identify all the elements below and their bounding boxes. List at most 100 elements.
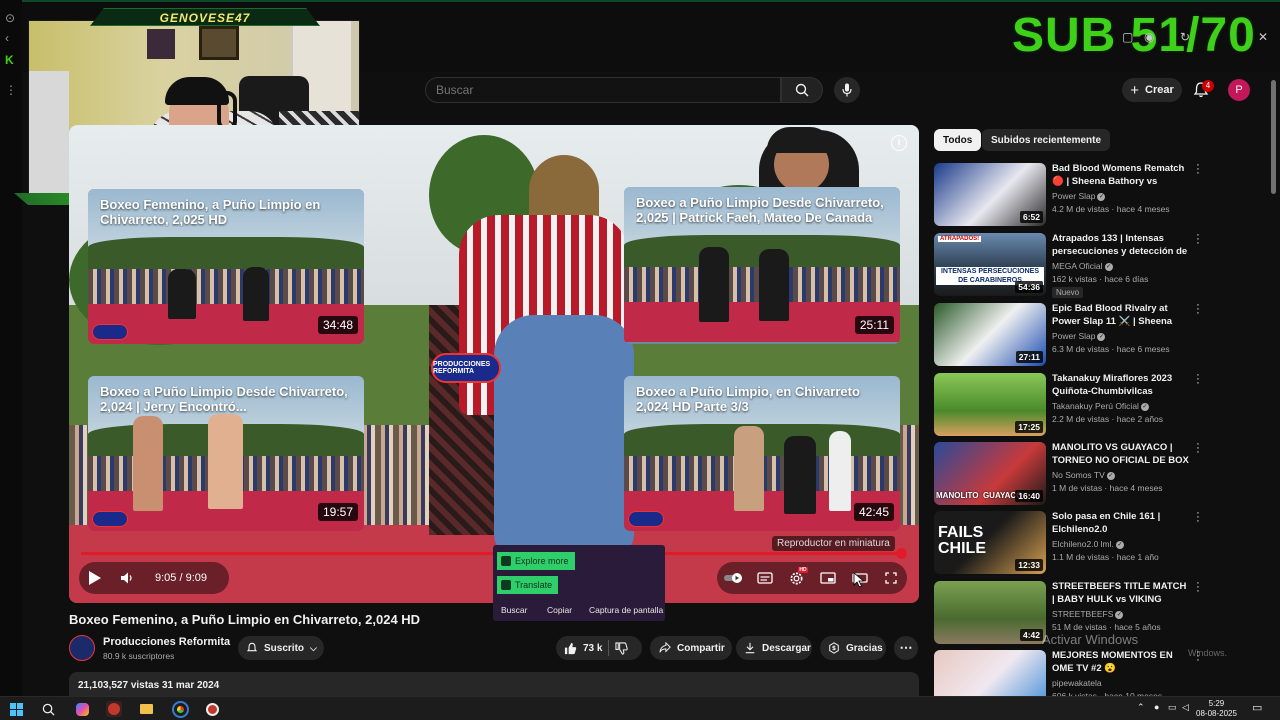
back-arrow-icon[interactable]: ‹ [5,32,17,44]
video-thumbnail[interactable]: INTENSAS PERSECUCIONES DE CARABINEROS ATR… [934,233,1046,296]
video-title[interactable]: Bad Blood Womens Rematch 🔴 | Sheena Bath… [1052,162,1190,190]
taskbar-file-explorer[interactable] [138,701,154,717]
network-icon[interactable]: ▭ [1168,702,1177,713]
endscreen-video-card[interactable]: Boxeo a Puño Limpio Desde Chivarreto, 2,… [624,187,900,344]
menu-item-search[interactable]: Buscar [501,605,527,615]
close-icon[interactable]: ✕ [1258,30,1270,44]
channel-name[interactable]: Elchileno2.0 lml. ✓ [1052,539,1124,549]
more-actions-button[interactable]: ⋯ [894,636,918,660]
dislike-icon[interactable] [615,641,629,655]
more-options-icon[interactable]: · · · [1195,508,1201,527]
recommendation-item[interactable]: 6:52 Bad Blood Womens Rematch 🔴 | Sheena… [934,160,1264,229]
menu-item-copy[interactable]: Copiar [547,605,572,615]
menu-item-screenshot[interactable]: Captura de pantalla [589,605,663,615]
system-clock[interactable]: 5:29 08-08-2025 [1196,699,1237,719]
recommendation-item[interactable]: MANOLITO GUAYACO 16:40 MANOLITO VS GUAYAC… [934,439,1264,508]
endscreen-video-card[interactable]: Boxeo Femenino, a Puño Limpio en Chivarr… [88,189,364,344]
volume-icon[interactable]: ◁ [1182,702,1189,713]
record-icon[interactable]: ⊙ [5,12,17,24]
video-title[interactable]: MANOLITO VS GUAYACO | TORNEO NO OFICIAL … [1052,441,1190,469]
more-options-icon[interactable]: · · · [1195,578,1201,597]
video-title[interactable]: Epic Bad Blood Rivalry at Power Slap 11 … [1052,302,1190,330]
more-options-icon[interactable]: · · · [1195,439,1201,458]
share-button[interactable]: Compartir [650,636,732,660]
verified-icon: ✓ [1097,332,1106,341]
create-button[interactable]: + Crear [1122,78,1182,102]
taskbar-search-button[interactable] [40,701,56,717]
volume-button[interactable] [111,562,143,594]
more-options-icon[interactable]: · · · [1195,370,1201,389]
create-label: Crear [1145,84,1174,96]
account-avatar[interactable]: P [1228,79,1250,101]
like-icon[interactable] [564,642,577,655]
video-title[interactable]: Solo pasa en Chile 161 | Elchileno2.0 [1052,510,1190,536]
thanks-button[interactable]: $ Gracias [820,636,886,660]
explore-more-button[interactable]: Explore more [497,552,575,570]
chevron-up-icon[interactable]: ⌃ [1137,702,1145,713]
channel-name[interactable]: STREETBEEFS ✓ [1052,609,1124,619]
like-count[interactable]: 73 k [583,643,602,654]
microphone-icon[interactable]: ● [1154,702,1159,712]
clock-date: 08-08-2025 [1196,709,1237,718]
recommendation-item[interactable]: INTENSAS PERSECUCIONES DE CARABINEROS ATR… [934,230,1264,299]
video-thumbnail[interactable]: MANOLITO GUAYACO 16:40 [934,442,1046,505]
chip-recently-uploaded[interactable]: Subidos recientemente [982,129,1111,151]
more-options-icon[interactable]: · · · [1195,300,1201,319]
search-box[interactable] [425,77,781,103]
more-options-icon[interactable]: · · · [1195,230,1201,249]
video-title[interactable]: STREETBEEFS TITLE MATCH | BABY HULK vs V… [1052,580,1190,606]
channel-name[interactable]: MEGA Oficial ✓ [1052,261,1113,271]
more-icon[interactable]: ⋮ [5,84,17,96]
recommendation-item[interactable]: 27:11 Epic Bad Blood Rivalry at Power Sl… [934,300,1264,369]
taskbar-app[interactable] [204,701,220,717]
video-title[interactable]: Atrapados 133 | Intensas persecuciones y… [1052,232,1190,260]
channel-name[interactable]: Producciones Reformita [103,636,230,648]
reload-icon[interactable]: ↻ [1180,30,1192,44]
voice-search-button[interactable] [834,77,860,103]
scrollbar[interactable] [1271,80,1276,194]
recommendation-item[interactable]: FAILS CHILE 12:33 Solo pasa en Chile 161 … [934,508,1264,577]
record-icon[interactable]: ◉ [1144,30,1156,44]
video-thumbnail[interactable]: 4:42 [934,581,1046,644]
channel-name[interactable]: Power Slap ✓ [1052,331,1106,341]
endscreen-video-card[interactable]: Boxeo a Puño Limpio, en Chivarreto 2,024… [624,376,900,531]
kick-icon[interactable]: K [5,54,17,66]
play-button[interactable] [79,562,111,594]
channel-name[interactable]: No Somos TV ✓ [1052,470,1115,480]
streamer-name-banner: GENOVESE47 [90,8,320,26]
channel-name[interactable]: Power Slap ✓ [1052,191,1106,201]
description-box[interactable]: 21,103,527 vistas 31 mar 2024 [69,672,919,696]
video-player[interactable]: PRODUCCIONES REFORMITA i Boxeo Femenino,… [69,125,919,603]
settings-button[interactable]: HD [780,562,812,594]
video-thumbnail[interactable]: 27:11 [934,303,1046,366]
subtitles-button[interactable] [749,562,781,594]
notification-center-icon[interactable]: ▭ [1252,701,1262,714]
channel-avatar[interactable] [69,635,95,661]
endscreen-video-card[interactable]: Boxeo a Puño Limpio Desde Chivarreto, 2,… [88,376,364,531]
more-options-icon[interactable]: · · · [1195,160,1201,179]
taskbar-app-obs[interactable] [106,701,122,717]
translate-button[interactable]: Translate [497,576,559,594]
video-title[interactable]: Takanakuy Miraflores 2023 Quiñota-Chumbi… [1052,372,1190,398]
square-icon[interactable]: ▢ [1122,30,1134,44]
autoplay-toggle[interactable] [717,562,749,594]
video-thumbnail[interactable]: FAILS CHILE 12:33 [934,511,1046,574]
taskbar-copilot[interactable] [74,701,90,717]
taskbar-chrome[interactable] [171,700,189,718]
channel-name[interactable]: pipewakatela [1052,678,1102,688]
info-icon[interactable]: i [891,135,907,151]
video-title[interactable]: MEJORES MOMENTOS EN OME TV #2 😮 [1052,649,1190,675]
start-button[interactable] [8,701,24,717]
channel-name[interactable]: Takanakuy Perú Oficial ✓ [1052,401,1149,411]
download-button[interactable]: Descargar [736,636,812,660]
miniplayer-button[interactable] [812,562,844,594]
search-button[interactable] [781,77,823,103]
subscribed-button[interactable]: Suscrito ⌵ [238,636,324,660]
video-thumbnail[interactable]: 17:25 [934,373,1046,436]
fullscreen-button[interactable] [875,562,907,594]
video-thumbnail[interactable]: 6:52 [934,163,1046,226]
chip-todos[interactable]: Todos [934,129,982,151]
search-input[interactable] [426,78,780,102]
recommendation-item[interactable]: 17:25 Takanakuy Miraflores 2023 Quiñota-… [934,370,1264,439]
endcard-title: Boxeo Femenino, a Puño Limpio en Chivarr… [100,197,321,227]
